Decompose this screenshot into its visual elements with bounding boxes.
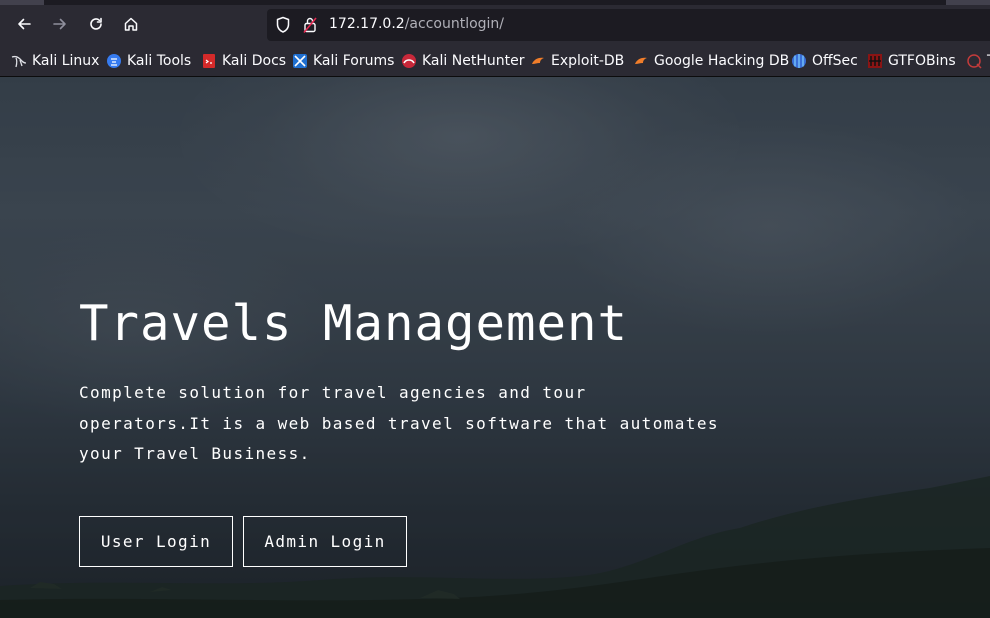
- bookmark-kali-tools[interactable]: Kali Tools: [106, 52, 191, 70]
- admin-login-button[interactable]: Admin Login: [243, 516, 407, 567]
- bookmark-label: Exploit-DB: [551, 53, 625, 69]
- nethunter-icon: [401, 53, 417, 69]
- gtfobins-icon: [867, 53, 883, 69]
- bookmark-label: Kali Linux: [32, 53, 100, 69]
- bookmark-label: GTFOBins: [888, 53, 956, 69]
- bookmark-truncated[interactable]: T: [966, 52, 990, 70]
- user-login-button[interactable]: User Login: [79, 516, 233, 567]
- bookmark-google-hacking-db[interactable]: Google Hacking DB: [633, 52, 789, 70]
- forward-icon: [53, 18, 66, 30]
- bookmark-kali-docs[interactable]: Kali Docs: [201, 52, 286, 70]
- url-path: /accountlogin/: [404, 16, 505, 32]
- address-bar[interactable]: 172.17.0.2/accountlogin/: [267, 9, 990, 41]
- kali-forums-icon: [292, 53, 308, 69]
- tracking-protection-shield-icon[interactable]: [275, 16, 291, 34]
- reload-icon: [90, 17, 102, 30]
- bookmark-offsec[interactable]: OffSec: [791, 52, 858, 70]
- back-button[interactable]: [11, 11, 37, 37]
- kali-docs-icon: [201, 53, 217, 69]
- exploitdb-icon: [530, 53, 546, 69]
- bookmark-label: Kali Docs: [222, 53, 287, 69]
- hero-description: Complete solution for travel agencies an…: [79, 383, 719, 463]
- insecure-lock-icon[interactable]: [303, 16, 317, 34]
- bookmarks-toolbar: Kali Linux Kali Tools Kali Docs Kali For…: [0, 44, 990, 77]
- tab-strip: [0, 0, 990, 5]
- truncated-bookmark-icon: [966, 53, 982, 69]
- bookmark-label: Kali Tools: [127, 53, 192, 69]
- bookmark-label: Kali NetHunter: [422, 53, 525, 69]
- page-title: Travels Management: [79, 295, 629, 352]
- bookmark-label: Google Hacking DB: [654, 53, 790, 69]
- offsec-icon: [791, 53, 807, 69]
- browser-toolbar: 172.17.0.2/accountlogin/: [0, 0, 990, 44]
- back-icon: [18, 18, 31, 30]
- url-host: 172.17.0.2: [329, 16, 405, 32]
- home-button[interactable]: [118, 11, 144, 37]
- home-icon: [124, 17, 138, 31]
- ghdb-icon: [633, 53, 649, 69]
- bookmark-kali-forums[interactable]: Kali Forums: [292, 52, 394, 70]
- kali-tools-icon: [106, 53, 122, 69]
- bookmark-kali-nethunter[interactable]: Kali NetHunter: [401, 52, 524, 70]
- forward-button[interactable]: [47, 11, 73, 37]
- bookmark-label: Kali Forums: [313, 53, 395, 69]
- bookmark-gtfobins[interactable]: GTFOBins: [867, 52, 956, 70]
- bookmark-label: OffSec: [812, 53, 858, 69]
- reload-button[interactable]: [83, 11, 109, 37]
- tab[interactable]: [946, 0, 990, 5]
- hero-section: Travels Management Complete solution for…: [0, 77, 990, 618]
- bookmark-kali-linux[interactable]: Kali Linux: [11, 52, 99, 70]
- bookmark-exploit-db[interactable]: Exploit-DB: [530, 52, 624, 70]
- kali-dragon-icon: [11, 53, 27, 69]
- url-text[interactable]: 172.17.0.2/accountlogin/: [329, 16, 504, 32]
- tab[interactable]: [0, 0, 44, 5]
